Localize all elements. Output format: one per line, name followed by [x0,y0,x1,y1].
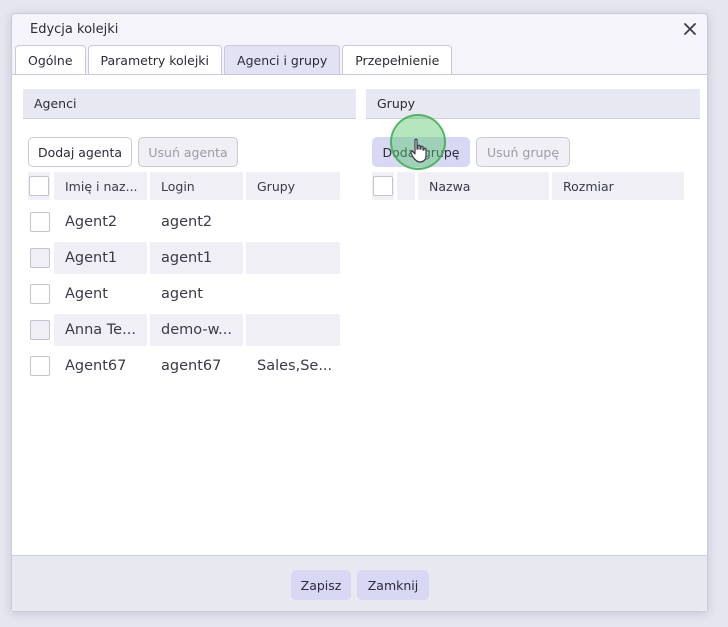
agent-groups-cell[interactable] [246,314,340,346]
agent-row-checkbox[interactable] [30,284,50,304]
agent-row-checkbox[interactable] [30,356,50,376]
remove-group-button[interactable]: Usuń grupę [476,137,570,167]
close-button[interactable] [679,18,701,40]
groups-column-size[interactable]: Rozmiar [552,172,684,200]
agent-name-cell[interactable]: Anna Te... [54,314,147,346]
close-icon [684,23,696,35]
dialog-title: Edycja kolejki [30,21,119,37]
groups-column-name[interactable]: Nazwa [418,172,549,200]
agent-name-cell[interactable]: Agent67 [54,350,147,382]
tab-overflow[interactable]: Przepełnienie [342,45,453,74]
agent-groups-cell[interactable] [246,242,340,274]
agent-name-cell[interactable]: Agent1 [54,242,147,274]
agent-name-cell[interactable]: Agent [54,278,147,310]
add-agent-button[interactable]: Dodaj agenta [28,137,132,167]
add-group-button[interactable]: Dodaj grupę [372,137,470,167]
tab-content: Agenci Dodaj agenta Usuń agenta Imię i n… [12,74,707,555]
queue-edit-dialog: Edycja kolejki Ogólne Parametry kolejki … [11,13,708,612]
agent-groups-cell[interactable] [246,206,340,238]
agents-select-all-checkbox[interactable] [29,176,49,196]
tab-queue-parameters[interactable]: Parametry kolejki [87,45,223,74]
agent-name-cell[interactable]: Agent2 [54,206,147,238]
agent-groups-cell[interactable]: Sales,Se... [246,350,340,382]
groups-header-spacer [397,172,415,200]
remove-agent-button[interactable]: Usuń agenta [138,137,238,167]
tab-agents-and-groups[interactable]: Agenci i grupy [224,45,341,74]
tab-bar: Ogólne Parametry kolejki Agenci i grupy … [15,45,454,75]
agent-login-cell[interactable]: demo-w... [150,314,243,346]
agent-login-cell[interactable]: agent [150,278,243,310]
agents-panel-header: Agenci [23,89,356,119]
close-dialog-button[interactable]: Zamknij [357,570,429,600]
agent-login-cell[interactable]: agent67 [150,350,243,382]
dialog-footer: Zapisz Zamknij [12,555,707,611]
agent-login-cell[interactable]: agent1 [150,242,243,274]
agent-row-checkbox[interactable] [30,248,50,268]
tab-general[interactable]: Ogólne [15,45,86,74]
groups-panel-header: Grupy [366,89,700,119]
groups-select-all-checkbox[interactable] [373,176,393,196]
agent-login-cell[interactable]: agent2 [150,206,243,238]
agents-column-login[interactable]: Login [150,172,243,200]
agents-column-groups[interactable]: Grupy [246,172,340,200]
agent-row-checkbox[interactable] [30,320,50,340]
agent-groups-cell[interactable] [246,278,340,310]
agent-row-checkbox[interactable] [30,212,50,232]
save-button[interactable]: Zapisz [291,570,351,600]
agents-column-name[interactable]: Imię i naz... [54,172,147,200]
